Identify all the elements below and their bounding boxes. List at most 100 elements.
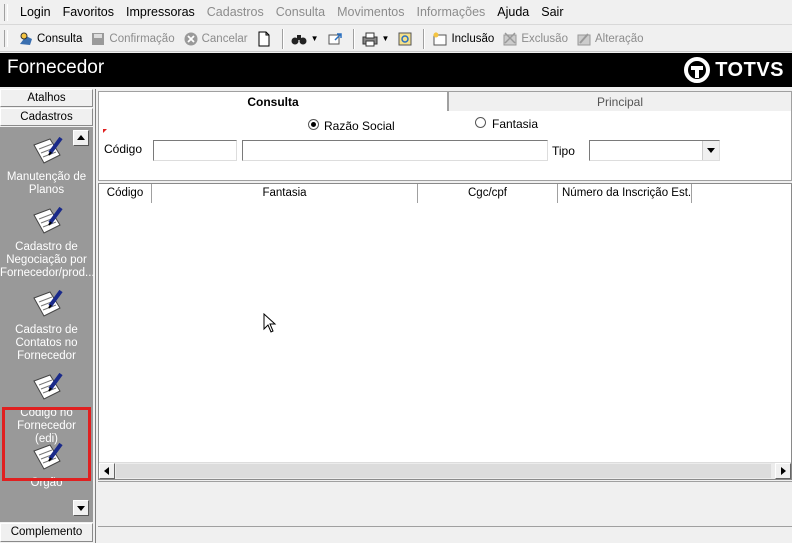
menu-informacoes[interactable]: Informações	[411, 0, 492, 25]
alteracao-button[interactable]: Alteração	[572, 28, 648, 50]
totvs-logo: TOTVS	[684, 57, 784, 83]
document-pen-icon	[30, 371, 64, 403]
inclusao-button[interactable]: Inclusão	[428, 28, 498, 50]
title-bar: Fornecedor TOTVS	[0, 53, 792, 87]
new-record-icon	[432, 31, 448, 47]
menu-movimentos[interactable]: Movimentos	[331, 0, 410, 25]
tab-principal[interactable]: Principal	[448, 91, 792, 112]
cancel-icon	[183, 31, 199, 47]
sidebar-item-label: Cadastro de Contatos no Fornecedor	[15, 324, 78, 362]
blank-page-icon	[256, 31, 272, 47]
column-header-cgc-cpf[interactable]: Cgc/cpf	[418, 184, 558, 203]
selection-highlight	[2, 407, 91, 481]
tipo-select[interactable]	[589, 140, 720, 161]
toolbar-separator	[352, 28, 355, 49]
sidebar-header-atalhos[interactable]: Atalhos	[0, 89, 93, 107]
column-header-filler	[692, 184, 791, 203]
mouse-cursor-icon	[263, 313, 277, 333]
find-button[interactable]: ▼	[287, 28, 323, 50]
save-icon	[90, 31, 106, 47]
document-pen-icon	[30, 288, 64, 320]
column-header-fantasia[interactable]: Fantasia	[152, 184, 418, 203]
menu-ajuda[interactable]: Ajuda	[491, 0, 535, 25]
edit-record-icon	[576, 31, 592, 47]
inclusao-label: Inclusão	[451, 32, 495, 45]
menu-grip	[4, 3, 8, 21]
search-hand-icon	[18, 31, 34, 47]
new-document-button[interactable]	[252, 28, 279, 50]
tipo-dropdown-button[interactable]	[702, 141, 719, 160]
menu-bar: Login Favoritos Impressoras Cadastros Co…	[0, 0, 792, 25]
sidebar-header-cadastros[interactable]: Cadastros	[0, 108, 93, 126]
page-title: Fornecedor	[7, 57, 105, 78]
exclusao-button[interactable]: Exclusão	[498, 28, 572, 50]
horizontal-scrollbar[interactable]	[99, 462, 791, 479]
cancelar-button[interactable]: Cancelar	[179, 28, 252, 50]
exclusao-label: Exclusão	[521, 32, 568, 45]
logo-text: TOTVS	[715, 58, 784, 81]
sidebar: Atalhos Cadastros Manutenção de Planos C…	[0, 89, 95, 543]
search-form: Razão Social Fantasia Código Tipo	[98, 111, 792, 181]
dropdown-arrow-icon: ▼	[310, 34, 319, 43]
delete-record-icon	[502, 31, 518, 47]
toolbar: Consulta Confirmação Cancelar ▼ ▼ Inclus…	[0, 26, 792, 52]
cancelar-label: Cancelar	[201, 32, 248, 45]
menu-login[interactable]: Login	[14, 0, 57, 25]
confirmacao-label: Confirmação	[109, 32, 175, 45]
alteracao-label: Alteração	[594, 32, 644, 45]
export-icon	[327, 31, 343, 47]
arrow-right-icon	[781, 467, 786, 475]
toolbar-separator	[423, 28, 426, 49]
codigo-input[interactable]	[153, 140, 237, 161]
scroll-right-button[interactable]	[775, 463, 791, 479]
sidebar-item-label: Cadastro de Negociação por Fornecedor/pr…	[0, 241, 95, 279]
tab-consulta[interactable]: Consulta	[98, 91, 448, 112]
menu-favoritos[interactable]: Favoritos	[57, 0, 120, 25]
chevron-down-icon	[707, 148, 715, 153]
menu-cadastros[interactable]: Cadastros	[201, 0, 270, 25]
toolbar-grip	[4, 30, 8, 47]
required-marker-icon	[103, 129, 107, 133]
menu-consulta[interactable]: Consulta	[270, 0, 331, 25]
print-preview-icon	[397, 31, 413, 47]
radio-fantasia-label: Fantasia	[492, 117, 539, 131]
sidebar-scroll-down-button[interactable]	[73, 500, 89, 516]
sidebar-item-cadastro-contatos[interactable]: Cadastro de Contatos no Fornecedor	[0, 288, 93, 363]
document-pen-icon	[30, 135, 64, 167]
radio-razao-social-label: Razão Social	[324, 119, 395, 133]
column-header-inscricao-estadual[interactable]: Número da Inscrição Est...	[558, 184, 692, 203]
menu-impressoras[interactable]: Impressoras	[120, 0, 201, 25]
sidebar-item-cadastro-negociacao[interactable]: Cadastro de Negociação por Fornecedor/pr…	[0, 205, 95, 280]
confirmacao-button[interactable]: Confirmação	[86, 28, 178, 50]
sidebar-item-manutencao-planos[interactable]: Manutenção de Planos	[0, 135, 93, 197]
grid-header: Código Fantasia Cgc/cpf Número da Inscri…	[99, 184, 791, 203]
print-preview-button[interactable]	[393, 28, 420, 50]
menu-sair[interactable]: Sair	[535, 0, 569, 25]
printer-icon	[362, 31, 378, 47]
sidebar-header-complemento[interactable]: Complemento	[0, 523, 93, 542]
dropdown-arrow-icon: ▼	[381, 34, 390, 43]
export-button[interactable]	[323, 28, 350, 50]
print-button[interactable]: ▼	[358, 28, 394, 50]
bottom-panel	[98, 481, 792, 527]
document-pen-icon	[30, 205, 64, 237]
scrollbar-thumb[interactable]	[116, 464, 771, 478]
results-grid: Código Fantasia Cgc/cpf Número da Inscri…	[98, 183, 792, 480]
radio-razao-social[interactable]	[308, 119, 319, 130]
radio-fantasia[interactable]	[475, 117, 486, 128]
sidebar-item-label: Manutenção de Planos	[6, 171, 87, 196]
arrow-left-icon	[104, 467, 109, 475]
codigo-label: Código	[104, 142, 143, 156]
column-header-codigo[interactable]: Código	[99, 184, 152, 203]
main-panel: Consulta Principal Razão Social Fantasia…	[95, 89, 792, 543]
nome-input[interactable]	[242, 140, 548, 161]
tipo-label: Tipo	[552, 144, 575, 158]
toolbar-separator	[281, 28, 284, 49]
binoculars-icon	[291, 31, 307, 47]
scroll-left-button[interactable]	[99, 463, 115, 479]
sidebar-panel: Manutenção de Planos Cadastro de Negocia…	[0, 127, 95, 522]
consulta-button[interactable]: Consulta	[14, 28, 86, 50]
consulta-label: Consulta	[37, 32, 83, 45]
arrow-down-icon	[77, 506, 85, 511]
totvs-logo-icon	[684, 57, 711, 83]
